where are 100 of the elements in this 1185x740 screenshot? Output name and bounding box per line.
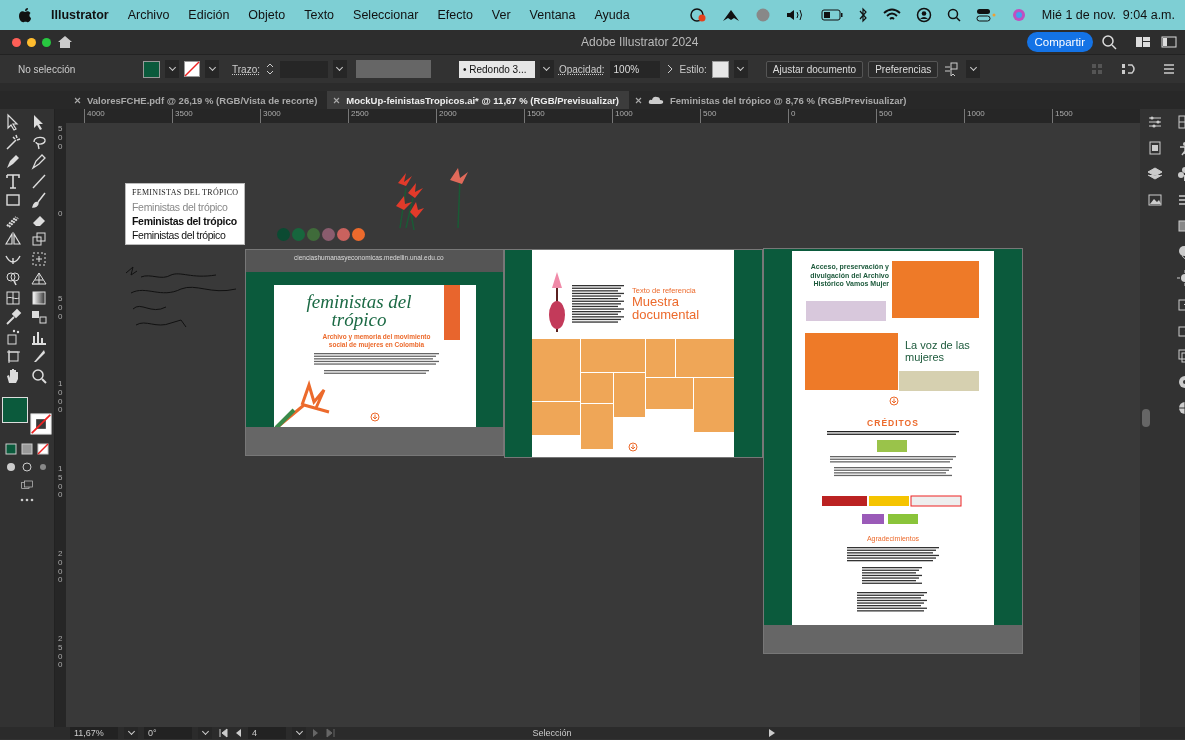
gradient-mode-icon[interactable] xyxy=(21,442,33,455)
stepper-icon[interactable] xyxy=(264,61,275,77)
stroke-label[interactable]: Trazo: xyxy=(232,63,260,75)
screen-mode-icon[interactable] xyxy=(21,478,33,491)
color-mode-icon[interactable] xyxy=(5,442,17,455)
last-artboard-icon[interactable] xyxy=(326,728,336,738)
fill-swatch[interactable] xyxy=(143,60,160,78)
fill-dropdown[interactable] xyxy=(165,60,179,78)
artboard-icon[interactable] xyxy=(4,347,22,365)
stroke-dropdown[interactable] xyxy=(205,60,219,78)
zoom-icon[interactable] xyxy=(30,366,48,385)
none-mode-icon[interactable] xyxy=(37,442,49,455)
color-swatch[interactable] xyxy=(337,228,350,241)
type-icon[interactable] xyxy=(4,171,22,190)
cloud-icon[interactable] xyxy=(648,95,665,105)
close-icon[interactable] xyxy=(333,96,341,104)
scale-icon[interactable] xyxy=(30,230,48,248)
opacity-field[interactable]: 100% xyxy=(609,60,660,78)
draw-normal-icon[interactable] xyxy=(5,460,17,473)
image-icon[interactable] xyxy=(1146,191,1164,209)
artboard-dropdown[interactable] xyxy=(292,727,306,739)
rectangle-icon[interactable] xyxy=(4,191,22,209)
clock[interactable]: Mié 1 de nov. 9:04 a.m. xyxy=(1041,8,1175,22)
zoom-dropdown[interactable] xyxy=(124,727,138,739)
artboard-field[interactable]: 4 xyxy=(248,727,286,739)
minimize-button[interactable] xyxy=(27,37,36,47)
pen-icon[interactable] xyxy=(4,152,22,170)
menu-item[interactable]: Ventana xyxy=(529,8,576,22)
rotation-field[interactable]: 0° xyxy=(144,727,192,739)
bluetooth-icon[interactable] xyxy=(857,7,868,23)
document-tab[interactable]: MockUp-feinistasTropicos.ai* @ 11,67 % (RGB/Previsualizar) xyxy=(327,91,630,109)
menu-item[interactable]: Ver xyxy=(491,8,511,22)
stroke-none-swatch[interactable] xyxy=(184,61,200,77)
mountain-icon[interactable] xyxy=(721,8,740,22)
user-icon[interactable] xyxy=(915,7,932,23)
next-artboard-icon[interactable] xyxy=(312,728,320,738)
rotation-dropdown[interactable] xyxy=(198,727,212,739)
style-swatch[interactable] xyxy=(711,60,729,78)
eyedropper-icon[interactable] xyxy=(4,308,22,326)
previous-artboard-icon[interactable] xyxy=(234,728,242,738)
variable-width-field[interactable] xyxy=(355,60,431,78)
blend-icon[interactable] xyxy=(30,308,48,326)
toolbar-button[interactable]: Preferencias xyxy=(868,60,939,78)
color-swatch[interactable] xyxy=(307,228,320,241)
magic-wand-icon[interactable] xyxy=(4,132,22,151)
stroke-weight-dropdown[interactable] xyxy=(332,60,347,78)
menu-item[interactable]: Texto xyxy=(304,8,335,22)
fill-color-swatch[interactable] xyxy=(2,396,28,423)
toolbar-button[interactable]: Ajustar documento xyxy=(765,60,864,78)
battery-icon[interactable] xyxy=(820,9,843,21)
panel-layout-icon[interactable] xyxy=(1161,36,1177,48)
search-icon[interactable] xyxy=(946,8,961,22)
menu-item[interactable]: Efecto xyxy=(437,8,473,22)
close-icon[interactable] xyxy=(74,96,81,104)
apple-icon[interactable] xyxy=(18,7,32,23)
home-icon[interactable] xyxy=(57,35,73,49)
play-icon[interactable] xyxy=(768,728,776,738)
download-icon[interactable] xyxy=(628,442,638,452)
menu-item[interactable]: Archivo xyxy=(127,8,170,22)
brush-icon[interactable] xyxy=(30,191,48,209)
sync-status-icon[interactable] xyxy=(688,7,707,23)
color-swatch[interactable] xyxy=(352,228,365,241)
brush-field[interactable]: • Redondo 3... xyxy=(458,60,535,78)
menu-item[interactable]: Edición xyxy=(188,8,230,22)
close-icon[interactable] xyxy=(635,96,643,104)
shape-builder-icon[interactable] xyxy=(4,269,22,287)
download-icon[interactable] xyxy=(889,396,899,406)
free-transform-icon[interactable] xyxy=(30,249,48,268)
menu-item[interactable]: Seleccionar xyxy=(353,8,419,22)
style-dropdown[interactable] xyxy=(733,60,748,78)
color-swatch[interactable] xyxy=(277,228,290,241)
mesh-icon[interactable] xyxy=(4,288,22,307)
zoom-button[interactable] xyxy=(42,37,51,47)
pages-icon[interactable] xyxy=(1146,139,1164,157)
zoom-field[interactable]: 11,67% xyxy=(70,727,118,739)
draw-behind-icon[interactable] xyxy=(21,460,33,473)
more-tools-icon[interactable] xyxy=(19,496,35,503)
symbol-sprayer-icon[interactable] xyxy=(4,327,22,346)
close-button[interactable] xyxy=(12,37,21,47)
share-button[interactable]: Compartir xyxy=(1026,32,1093,52)
curvature-pen-icon[interactable] xyxy=(30,152,48,170)
stroke-none-swatch[interactable] xyxy=(30,412,52,435)
control-center-icon[interactable] xyxy=(975,7,996,23)
color-swatch[interactable] xyxy=(322,228,335,241)
workspace-icon[interactable] xyxy=(1135,36,1151,48)
gradient-icon[interactable] xyxy=(30,288,48,307)
download-icon[interactable] xyxy=(370,412,380,422)
scrollbar-thumb[interactable] xyxy=(1142,409,1150,427)
list-icon[interactable] xyxy=(1163,63,1175,75)
brush-dropdown[interactable] xyxy=(539,60,554,78)
app-menu[interactable]: Illustrator xyxy=(51,8,109,22)
menu-item[interactable]: Objeto xyxy=(248,8,286,22)
first-artboard-icon[interactable] xyxy=(218,728,228,738)
color-swatch[interactable] xyxy=(292,228,305,241)
opacity-label[interactable]: Opacidad: xyxy=(558,63,605,75)
menu-item[interactable]: Ayuda xyxy=(594,8,630,22)
wifi-icon[interactable] xyxy=(882,8,901,22)
select-similar-dropdown[interactable] xyxy=(966,60,981,78)
reflect-icon[interactable] xyxy=(4,230,22,248)
search-icon[interactable] xyxy=(1101,34,1117,50)
